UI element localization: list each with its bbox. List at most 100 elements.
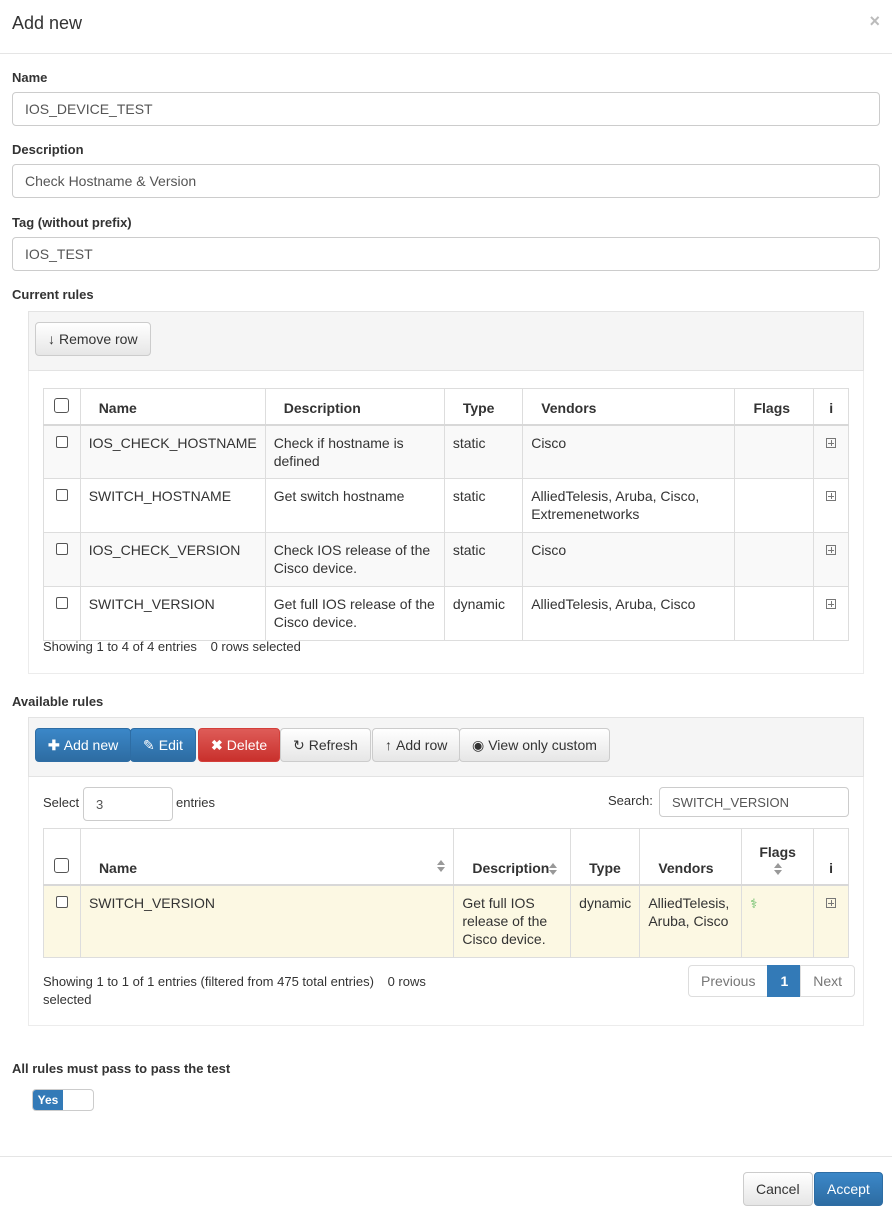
column-header-type[interactable]: Type	[570, 828, 641, 886]
name-label: Name	[12, 70, 48, 85]
column-header-name[interactable]: Name	[79, 388, 266, 426]
delete-button[interactable]: ✖ Delete	[198, 728, 281, 762]
column-header-vendors[interactable]: Vendors	[522, 388, 736, 426]
tag-input[interactable]	[12, 237, 880, 271]
edit-button[interactable]: ✎ Edit	[130, 728, 196, 762]
column-header-description-label: Description	[472, 859, 550, 876]
search-label: Search:	[608, 793, 653, 808]
column-header-type[interactable]: Type	[443, 388, 524, 426]
search-input[interactable]	[659, 787, 849, 817]
expand-plus-icon[interactable]	[826, 544, 837, 555]
available-rules-table: Name Description Type Vendors Flags i SW…	[43, 828, 849, 958]
page-1-button[interactable]: 1	[767, 965, 802, 997]
row-checkbox[interactable]	[55, 542, 68, 555]
rule-flags	[734, 477, 815, 533]
rule-vendors: Cisco	[522, 531, 736, 587]
select-all-checkbox[interactable]	[54, 857, 70, 873]
table-row[interactable]: SWITCH_HOSTNAME Get switch hostname stat…	[43, 477, 849, 533]
stethoscope-icon: ⚕	[750, 895, 758, 911]
select-all-checkbox[interactable]	[54, 397, 70, 413]
select-label: Select	[43, 795, 80, 810]
refresh-icon: ↻	[293, 736, 305, 753]
add-row-label: Add row	[396, 737, 448, 753]
column-header-name[interactable]: Name	[79, 828, 455, 886]
expand-plus-icon[interactable]	[826, 897, 837, 908]
rule-flags	[734, 585, 815, 641]
table-row[interactable]: IOS_CHECK_VERSION Check IOS release of t…	[43, 531, 849, 587]
description-label: Description	[12, 142, 84, 157]
rule-vendors: AlliedTelesis, Aruba, Cisco, Extremenetw…	[522, 477, 736, 533]
rule-type: static	[443, 424, 524, 479]
rule-name: SWITCH_VERSION	[79, 884, 455, 958]
available-rules-label: Available rules	[12, 694, 104, 709]
pass-all-label: All rules must pass to pass the test	[12, 1061, 231, 1076]
expand-plus-icon[interactable]	[826, 598, 837, 609]
add-new-button[interactable]: ✚ Add new	[35, 728, 132, 762]
refresh-label: Refresh	[308, 737, 358, 753]
pencil-icon: ✎	[143, 736, 155, 753]
page-length-input[interactable]	[83, 787, 173, 821]
view-only-custom-label: View only custom	[488, 737, 597, 753]
pass-all-toggle[interactable]: Yes	[32, 1089, 94, 1111]
rule-description: Get full IOS release of the Cisco device…	[453, 884, 572, 958]
column-header-description[interactable]: Description	[264, 388, 445, 426]
row-checkbox[interactable]	[55, 596, 68, 609]
rule-description: Get switch hostname	[264, 477, 445, 533]
rule-description: Check IOS release of the Cisco device.	[264, 531, 445, 587]
refresh-button[interactable]: ↻ Refresh	[280, 728, 371, 762]
arrow-up-icon: ↑	[385, 737, 392, 753]
sort-icon[interactable]	[773, 862, 782, 875]
available-rules-entries-info: Showing 1 to 1 of 1 entries (filtered fr…	[43, 974, 374, 989]
column-header-flags[interactable]: Flags	[734, 388, 815, 426]
current-rules-selected-info: 0 rows selected	[210, 639, 301, 654]
next-page-button[interactable]: Next	[800, 965, 856, 997]
current-rules-info: Showing 1 to 4 of 4 entries 0 rows selec…	[43, 639, 301, 654]
row-checkbox[interactable]	[55, 435, 68, 448]
add-new-label: Add new	[63, 737, 119, 753]
arrow-down-icon: ↓	[48, 331, 55, 347]
table-row[interactable]: SWITCH_VERSION Get full IOS release of t…	[43, 585, 849, 641]
plus-icon: ✚	[48, 736, 60, 753]
expand-plus-icon[interactable]	[826, 490, 837, 501]
column-header-name-label: Name	[98, 859, 138, 876]
name-input[interactable]	[12, 92, 880, 126]
rule-name: IOS_CHECK_VERSION	[79, 531, 266, 587]
rule-flags: ⚕	[741, 884, 815, 958]
delete-label: Delete	[226, 737, 268, 753]
rule-vendors: AlliedTelesis, Aruba, Cisco	[522, 585, 736, 641]
rule-type: static	[443, 531, 524, 587]
available-rules-info: Showing 1 to 1 of 1 entries (filtered fr…	[43, 973, 463, 1009]
column-header-vendors[interactable]: Vendors	[639, 828, 743, 886]
current-rules-table: Name Description Type Vendors Flags i IO…	[43, 388, 849, 641]
expand-plus-icon[interactable]	[826, 437, 837, 448]
table-row[interactable]: IOS_CHECK_HOSTNAME Check if hostname is …	[43, 424, 849, 479]
rule-vendors: Cisco	[522, 424, 736, 479]
row-checkbox[interactable]	[55, 895, 68, 908]
available-rules-toolbar: ✚ Add new ✎ Edit ✖ Delete ↻ Refresh ↑ Ad…	[28, 717, 864, 777]
rule-flags	[734, 424, 815, 479]
column-header-flags-label: Flags	[759, 843, 796, 860]
rule-name: SWITCH_VERSION	[79, 585, 266, 641]
column-header-flags[interactable]: Flags	[741, 828, 815, 886]
rule-vendors: AlliedTelesis, Aruba, Cisco	[639, 884, 743, 958]
description-input[interactable]	[12, 164, 880, 198]
rule-description: Get full IOS release of the Cisco device…	[264, 585, 445, 641]
rule-type: dynamic	[570, 884, 641, 958]
remove-row-button[interactable]: ↓ Remove row	[35, 322, 151, 356]
modal-footer: Cancel Accept	[0, 1156, 892, 1219]
table-row[interactable]: SWITCH_VERSION Get full IOS release of t…	[43, 884, 849, 958]
close-icon[interactable]: ×	[869, 11, 880, 32]
accept-button[interactable]: Accept	[814, 1172, 883, 1206]
view-only-custom-button[interactable]: ◉ View only custom	[459, 728, 610, 762]
column-header-description[interactable]: Description	[453, 828, 572, 886]
cancel-button[interactable]: Cancel	[743, 1172, 813, 1206]
tag-label: Tag (without prefix)	[12, 215, 132, 230]
sort-icon[interactable]	[549, 862, 558, 875]
row-checkbox[interactable]	[55, 488, 68, 501]
sort-icon[interactable]	[437, 859, 446, 872]
entries-label: entries	[176, 795, 216, 810]
previous-page-button[interactable]: Previous	[688, 965, 769, 997]
info-icon: i	[813, 388, 849, 426]
add-row-button[interactable]: ↑ Add row	[372, 728, 461, 762]
rule-type: dynamic	[443, 585, 524, 641]
